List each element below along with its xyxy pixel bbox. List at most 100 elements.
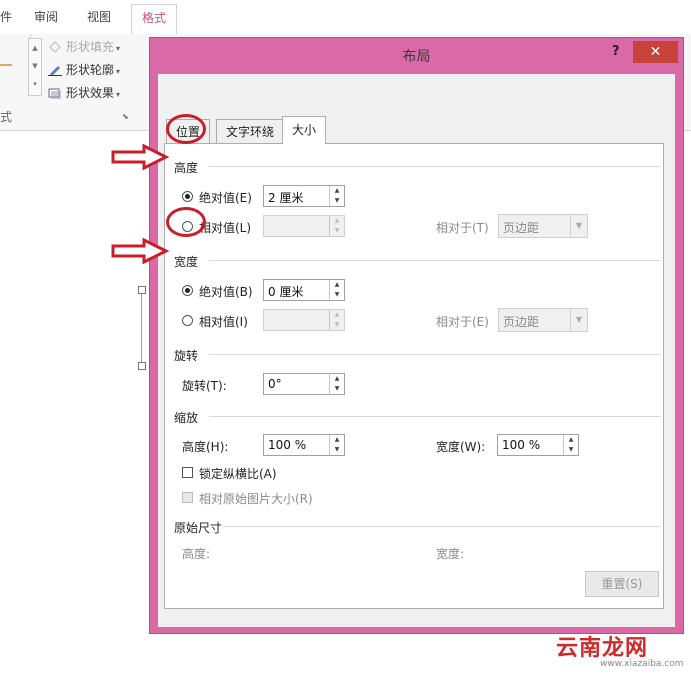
- chevron-down-icon: ▾: [116, 67, 121, 76]
- tab-file[interactable]: 件: [0, 8, 12, 25]
- spin-down-icon[interactable]: ▼: [330, 384, 344, 394]
- rotation-spinner[interactable]: 0° ▲ ▼: [263, 373, 345, 395]
- shape-effects-button[interactable]: 形状效果 ▾: [48, 84, 120, 101]
- chevron-down-icon: ▾: [116, 44, 121, 53]
- spin-up-icon[interactable]: ▲: [330, 374, 344, 384]
- spinner-arrows: ▲ ▼: [329, 310, 344, 330]
- scale-width-label: 宽度(W):: [436, 440, 486, 454]
- tab-view[interactable]: 视图: [87, 8, 111, 25]
- ribbon-tab-bar: 件 审阅 视图 格式: [0, 0, 691, 35]
- annotation-arrow-height: [111, 144, 170, 170]
- height-relative-to-value: 页边距: [503, 221, 540, 235]
- tab-text-wrapping[interactable]: 文字环绕: [216, 119, 285, 143]
- chevron-down-icon: ▼: [570, 309, 587, 331]
- style-gallery-edge: [0, 34, 31, 96]
- shape-outline-label: 形状轮廓: [66, 63, 115, 77]
- spin-up-icon[interactable]: ▲: [330, 280, 344, 290]
- width-relative-label: 相对值(I): [199, 315, 248, 329]
- original-width-label: 宽度:: [436, 547, 465, 561]
- width-absolute-label: 绝对值(B): [199, 285, 253, 299]
- scale-height-value: 100 %: [268, 438, 307, 452]
- spinner-arrows: ▲ ▼: [329, 186, 344, 206]
- scale-width-spinner[interactable]: 100 % ▲ ▼: [497, 434, 579, 456]
- tab-review[interactable]: 审阅: [34, 8, 58, 25]
- watermark-url: www.xiazaiba.com: [600, 659, 684, 669]
- tab-size[interactable]: 大小: [282, 116, 327, 144]
- relative-original-label: 相对原始图片大小(R): [199, 492, 313, 506]
- lock-aspect-ratio-label: 锁定纵横比(A): [199, 467, 277, 481]
- spin-down-icon[interactable]: ▼: [330, 196, 344, 206]
- shape-effects-icon: [48, 87, 62, 99]
- original-height-label: 高度:: [182, 547, 211, 561]
- width-relative-to-select[interactable]: 页边距 ▼: [498, 308, 588, 332]
- dialog-titlebar[interactable]: 布局 ? ✕: [150, 38, 683, 74]
- scale-height-spinner[interactable]: 100 % ▲ ▼: [263, 434, 345, 456]
- width-absolute-radio[interactable]: [182, 285, 193, 296]
- width-relative-radio[interactable]: [182, 315, 193, 326]
- annotation-arrow-width: [111, 238, 170, 264]
- annotation-circle-height: [166, 114, 206, 144]
- watermark-logo: 云南龙网: [556, 636, 649, 661]
- dialog-title: 布局: [402, 49, 431, 65]
- style-swatch: [0, 64, 12, 66]
- spin-up-icon[interactable]: ▲: [330, 186, 344, 196]
- spin-down-icon[interactable]: ▼: [330, 320, 344, 330]
- gallery-scroll[interactable]: ▲ ▼ ▾: [28, 38, 42, 96]
- dialog-client: 位置 文字环绕 大小 高度 绝对值(E) 2 厘米 ▲ ▼ 相对值(L) ▲ ▼ 相…: [158, 74, 675, 627]
- section-divider: [209, 354, 661, 355]
- spinner-arrows: ▲ ▼: [563, 435, 578, 455]
- group-label: 式: [0, 110, 13, 124]
- section-divider: [223, 526, 661, 527]
- section-divider: [209, 166, 661, 167]
- spin-up-icon[interactable]: ▲: [330, 310, 344, 320]
- spin-down-icon[interactable]: ▼: [564, 445, 578, 455]
- layout-dialog: 布局 ? ✕ 位置 文字环绕 大小 高度 绝对值(E) 2 厘米 ▲ ▼ 相对值(…: [149, 37, 684, 634]
- rotation-label: 旋转(T):: [182, 379, 227, 393]
- shape-fill-button[interactable]: 形状填充 ▾: [48, 38, 120, 55]
- chevron-down-icon: ▼: [570, 215, 587, 237]
- height-absolute-label: 绝对值(E): [199, 191, 252, 205]
- paint-bucket-icon: [48, 41, 62, 53]
- spinner-arrows: ▲ ▼: [329, 435, 344, 455]
- spin-up-icon[interactable]: ▲: [330, 216, 344, 226]
- help-button[interactable]: ?: [612, 44, 620, 59]
- resize-handle[interactable]: [138, 362, 146, 370]
- spin-down-icon[interactable]: ▼: [330, 290, 344, 300]
- close-icon: ✕: [649, 44, 662, 60]
- spin-up-icon[interactable]: ▲: [564, 435, 578, 445]
- section-divider: [209, 260, 661, 261]
- relative-original-checkbox[interactable]: [182, 492, 193, 503]
- section-divider: [209, 416, 661, 417]
- width-relative-to-value: 页边距: [503, 315, 540, 329]
- dialog-launcher-icon[interactable]: ⬊: [122, 112, 129, 121]
- height-absolute-value: 2 厘米: [268, 191, 304, 205]
- spin-up-icon[interactable]: ▲: [330, 435, 344, 445]
- resize-handle[interactable]: [138, 286, 146, 294]
- scale-height-label: 高度(H):: [182, 440, 229, 454]
- height-absolute-spinner[interactable]: 2 厘米 ▲ ▼: [263, 185, 345, 207]
- tab-format[interactable]: 格式: [131, 4, 178, 35]
- width-relative-spinner[interactable]: ▲ ▼: [263, 309, 345, 331]
- shape-outline-button[interactable]: 形状轮廓 ▾: [48, 61, 120, 78]
- rotation-value: 0°: [268, 377, 282, 391]
- scale-width-value: 100 %: [502, 438, 541, 452]
- close-button[interactable]: ✕: [633, 41, 678, 63]
- width-section-title: 宽度: [174, 255, 199, 269]
- shape-selection-edge: [141, 290, 142, 366]
- lock-aspect-ratio-checkbox[interactable]: [182, 467, 193, 478]
- spin-down-icon[interactable]: ▼: [330, 445, 344, 455]
- spinner-arrows: ▲ ▼: [329, 216, 344, 236]
- height-section-title: 高度: [174, 161, 199, 175]
- width-absolute-spinner[interactable]: 0 厘米 ▲ ▼: [263, 279, 345, 301]
- reset-button[interactable]: 重置(S): [585, 571, 659, 597]
- height-relative-to-select[interactable]: 页边距 ▼: [498, 214, 588, 238]
- spin-down-icon[interactable]: ▼: [330, 226, 344, 236]
- height-absolute-radio[interactable]: [182, 191, 193, 202]
- gallery-scroll-arrows: ▲ ▼ ▾: [32, 44, 38, 88]
- chevron-down-icon: ▾: [116, 90, 121, 99]
- rotation-section-title: 旋转: [174, 349, 199, 363]
- spinner-arrows: ▲ ▼: [329, 280, 344, 300]
- width-relative-to-label: 相对于(E): [436, 315, 489, 329]
- height-relative-to-label: 相对于(T): [436, 221, 489, 235]
- height-relative-spinner[interactable]: ▲ ▼: [263, 215, 345, 237]
